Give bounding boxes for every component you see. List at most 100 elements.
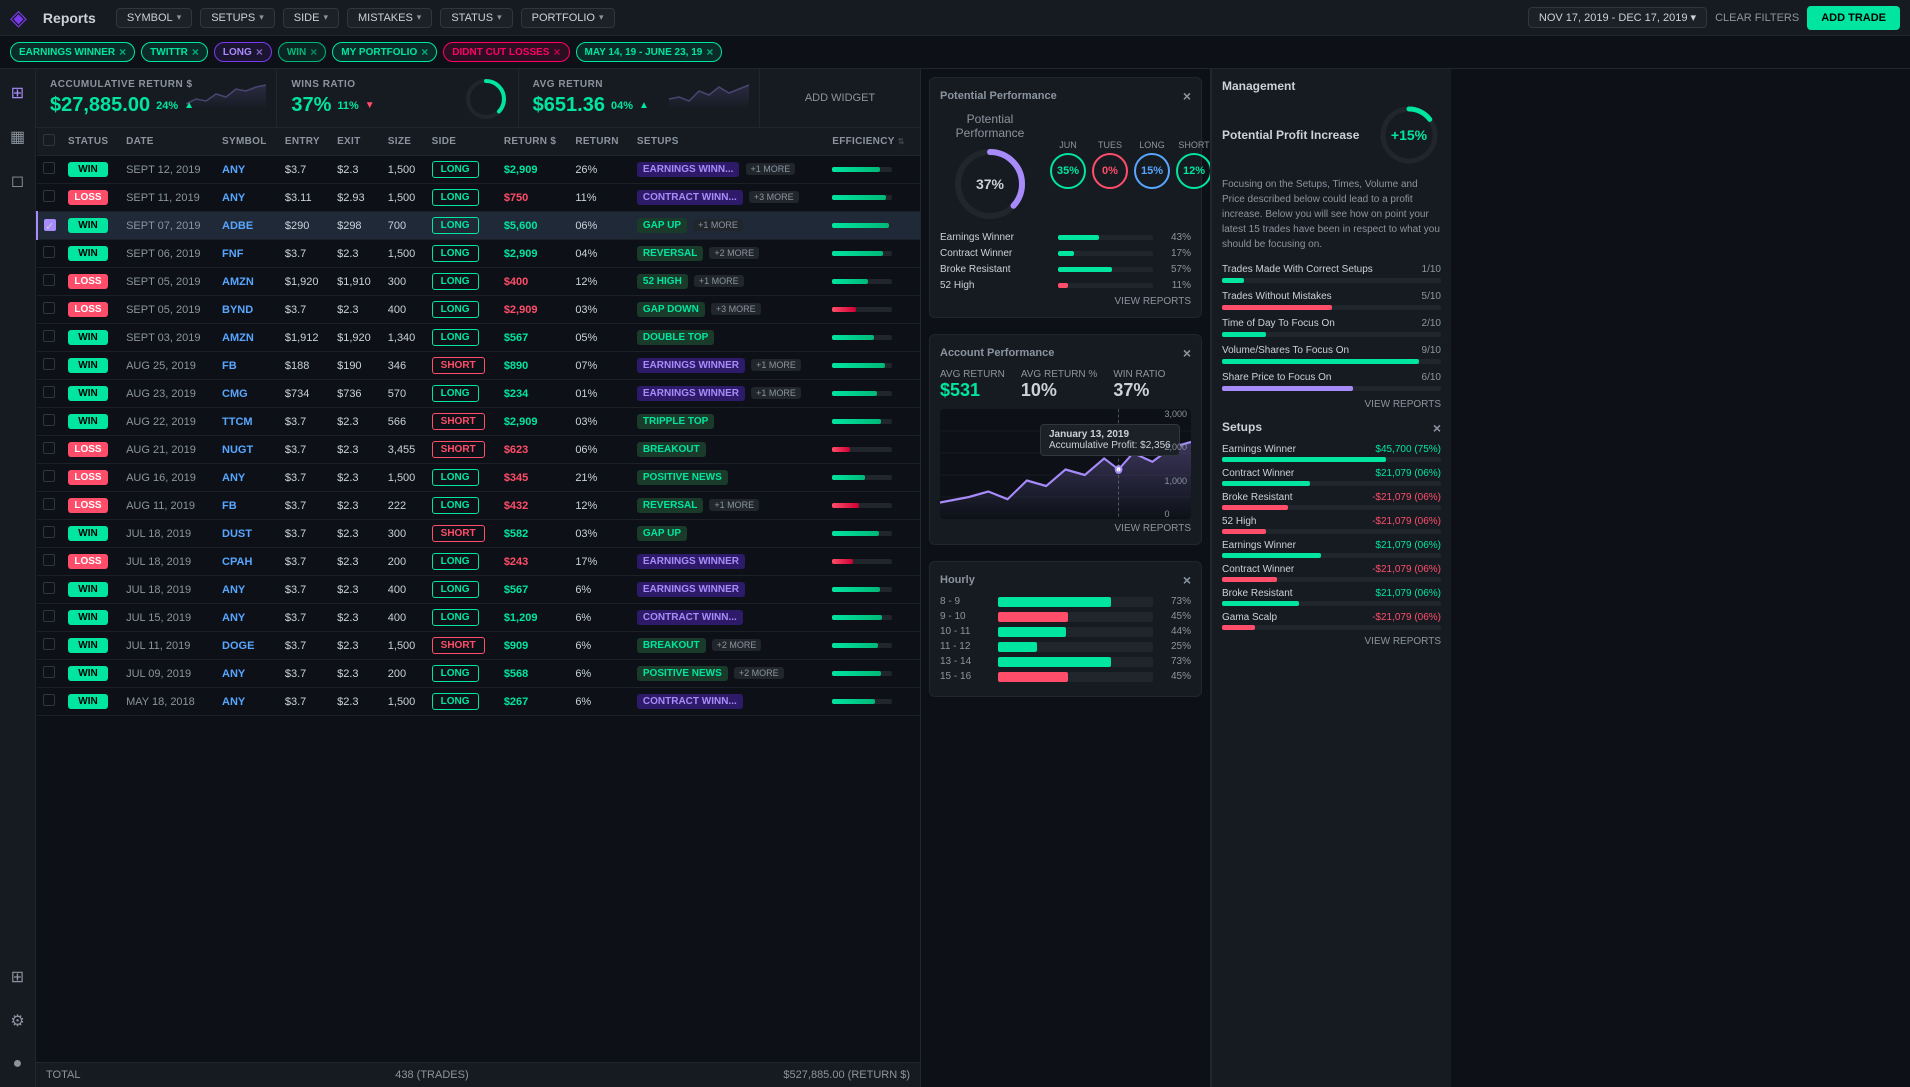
col-efficiency[interactable]: EFFICIENCY ⇅ bbox=[826, 128, 920, 156]
row-checkbox[interactable] bbox=[43, 498, 55, 510]
mgmt-view-reports[interactable]: VIEW REPORTS bbox=[1222, 399, 1441, 410]
more-badge[interactable]: +2 MORE bbox=[709, 247, 759, 259]
table-row[interactable]: WIN JUL 18, 2019 DUST $3.7 $2.3 300 SHOR… bbox=[37, 520, 920, 548]
potential-performance-close[interactable]: × bbox=[1183, 88, 1191, 104]
trade-setup[interactable]: 52 HIGH +1 MORE bbox=[631, 268, 826, 296]
row-checkbox[interactable]: ✓ bbox=[44, 219, 56, 231]
portfolio-filter-btn[interactable]: PORTFOLIO ▾ bbox=[521, 8, 615, 28]
table-row[interactable]: WIN AUG 22, 2019 TTCM $3.7 $2.3 566 SHOR… bbox=[37, 408, 920, 436]
row-checkbox[interactable] bbox=[43, 246, 55, 258]
row-checkbox[interactable] bbox=[43, 638, 55, 650]
table-row[interactable]: WIN AUG 23, 2019 CMG $734 $736 570 LONG … bbox=[37, 380, 920, 408]
more-badge[interactable]: +1 MORE bbox=[751, 387, 801, 399]
filter-long[interactable]: LONG × bbox=[214, 42, 272, 62]
more-badge[interactable]: +2 MORE bbox=[712, 639, 762, 651]
trade-symbol[interactable]: NUGT bbox=[216, 436, 279, 464]
trade-symbol[interactable]: FB bbox=[216, 352, 279, 380]
trade-symbol[interactable]: ANY bbox=[216, 576, 279, 604]
table-row[interactable]: WIN JUL 11, 2019 DOGE $3.7 $2.3 1,500 SH… bbox=[37, 632, 920, 660]
table-row[interactable]: LOSS JUL 18, 2019 CPAH $3.7 $2.3 200 LON… bbox=[37, 548, 920, 576]
more-badge[interactable]: +1 MORE bbox=[709, 499, 759, 511]
sidebar-dashboard-icon[interactable]: ⊞ bbox=[7, 79, 28, 107]
trade-setup[interactable]: TRIPPLE TOP bbox=[631, 408, 826, 436]
add-widget-area[interactable]: ADD WIDGET bbox=[760, 69, 920, 127]
row-checkbox[interactable] bbox=[43, 470, 55, 482]
filter-my-portfolio[interactable]: MY PORTFOLIO × bbox=[332, 42, 437, 62]
date-range[interactable]: NOV 17, 2019 - DEC 17, 2019 ▾ bbox=[1528, 7, 1707, 28]
trade-symbol[interactable]: DOGE bbox=[216, 632, 279, 660]
trade-symbol[interactable]: BYND bbox=[216, 296, 279, 324]
add-trade-button[interactable]: ADD TRADE bbox=[1807, 6, 1900, 30]
row-checkbox[interactable] bbox=[43, 554, 55, 566]
row-checkbox[interactable] bbox=[43, 610, 55, 622]
row-checkbox[interactable] bbox=[43, 302, 55, 314]
filter-win[interactable]: WIN × bbox=[278, 42, 326, 62]
row-checkbox[interactable] bbox=[43, 414, 55, 426]
row-checkbox[interactable] bbox=[43, 358, 55, 370]
trade-setup[interactable]: DOUBLE TOP bbox=[631, 324, 826, 352]
row-checkbox[interactable] bbox=[43, 274, 55, 286]
filter-didnt-cut-losses[interactable]: DIDNT CUT LOSSES × bbox=[443, 42, 569, 62]
trade-setup[interactable]: POSITIVE NEWS bbox=[631, 464, 826, 492]
filter-earnings-winner[interactable]: EARNINGS WINNER × bbox=[10, 42, 135, 62]
row-checkbox[interactable] bbox=[43, 190, 55, 202]
trade-setup[interactable]: REVERSAL +1 MORE bbox=[631, 492, 826, 520]
trade-symbol[interactable]: ANY bbox=[216, 604, 279, 632]
add-widget-button[interactable]: ADD WIDGET bbox=[805, 92, 875, 104]
trade-setup[interactable]: EARNINGS WINNER +1 MORE bbox=[631, 380, 826, 408]
trade-setup[interactable]: BREAKOUT +2 MORE bbox=[631, 632, 826, 660]
sidebar-message-icon[interactable]: ◻ bbox=[7, 167, 28, 195]
trade-setup[interactable]: BREAKOUT bbox=[631, 436, 826, 464]
trade-symbol[interactable]: CMG bbox=[216, 380, 279, 408]
table-row[interactable]: LOSS AUG 21, 2019 NUGT $3.7 $2.3 3,455 S… bbox=[37, 436, 920, 464]
trade-setup[interactable]: REVERSAL +2 MORE bbox=[631, 240, 826, 268]
clear-filters-btn[interactable]: CLEAR FILTERS bbox=[1715, 12, 1799, 24]
status-filter-btn[interactable]: STATUS ▾ bbox=[440, 8, 512, 28]
sidebar-settings-icon[interactable]: ⚙ bbox=[6, 1007, 28, 1035]
trade-setup[interactable]: GAP UP +1 MORE bbox=[631, 212, 826, 240]
trade-symbol[interactable]: ANY bbox=[216, 688, 279, 716]
table-row[interactable]: LOSS SEPT 05, 2019 BYND $3.7 $2.3 400 LO… bbox=[37, 296, 920, 324]
row-checkbox[interactable] bbox=[43, 582, 55, 594]
sidebar-user-icon[interactable]: ● bbox=[9, 1051, 27, 1077]
table-row[interactable]: LOSS SEPT 11, 2019 ANY $3.11 $2.93 1,500… bbox=[37, 184, 920, 212]
row-checkbox[interactable] bbox=[43, 526, 55, 538]
trade-symbol[interactable]: FNF bbox=[216, 240, 279, 268]
table-row[interactable]: LOSS AUG 11, 2019 FB $3.7 $2.3 222 LONG … bbox=[37, 492, 920, 520]
trade-symbol[interactable]: FB bbox=[216, 492, 279, 520]
table-row[interactable]: WIN SEPT 03, 2019 AMZN $1,912 $1,920 1,3… bbox=[37, 324, 920, 352]
more-badge[interactable]: +1 MORE bbox=[693, 219, 743, 231]
setups-filter-btn[interactable]: SETUPS ▾ bbox=[200, 8, 275, 28]
more-badge[interactable]: +2 MORE bbox=[734, 667, 784, 679]
trade-setup[interactable]: GAP DOWN +3 MORE bbox=[631, 296, 826, 324]
trade-setup[interactable]: CONTRACT WINN... +3 MORE bbox=[631, 184, 826, 212]
hourly-close[interactable]: × bbox=[1183, 572, 1191, 588]
table-row[interactable]: WIN AUG 25, 2019 FB $188 $190 346 SHORT … bbox=[37, 352, 920, 380]
filter-twittr[interactable]: TWITTR × bbox=[141, 42, 208, 62]
trade-setup[interactable]: POSITIVE NEWS +2 MORE bbox=[631, 660, 826, 688]
row-checkbox[interactable] bbox=[43, 442, 55, 454]
trade-symbol[interactable]: CPAH bbox=[216, 548, 279, 576]
trade-symbol[interactable]: ANY bbox=[216, 660, 279, 688]
trade-setup[interactable]: CONTRACT WINN... bbox=[631, 688, 826, 716]
account-performance-close[interactable]: × bbox=[1183, 345, 1191, 361]
trade-symbol[interactable]: ANY bbox=[216, 464, 279, 492]
table-row[interactable]: WIN JUL 15, 2019 ANY $3.7 $2.3 400 LONG … bbox=[37, 604, 920, 632]
select-all-checkbox[interactable] bbox=[43, 134, 55, 146]
mistakes-filter-btn[interactable]: MISTAKES ▾ bbox=[347, 8, 432, 28]
table-row[interactable]: WIN JUL 09, 2019 ANY $3.7 $2.3 200 LONG … bbox=[37, 660, 920, 688]
table-row[interactable]: WIN JUL 18, 2019 ANY $3.7 $2.3 400 LONG … bbox=[37, 576, 920, 604]
side-filter-btn[interactable]: SIDE ▾ bbox=[283, 8, 339, 28]
table-row[interactable]: WIN SEPT 12, 2019 ANY $3.7 $2.3 1,500 LO… bbox=[37, 156, 920, 184]
more-badge[interactable]: +1 MORE bbox=[746, 163, 796, 175]
trade-setup[interactable]: EARNINGS WINN... +1 MORE bbox=[631, 156, 826, 184]
more-badge[interactable]: +1 MORE bbox=[751, 359, 801, 371]
setups-view-reports[interactable]: VIEW REPORTS bbox=[1222, 636, 1441, 647]
trade-symbol[interactable]: DUST bbox=[216, 520, 279, 548]
trade-setup[interactable]: EARNINGS WINNER +1 MORE bbox=[631, 352, 826, 380]
trade-symbol[interactable]: ADBE bbox=[216, 212, 279, 240]
table-row[interactable]: WIN SEPT 06, 2019 FNF $3.7 $2.3 1,500 LO… bbox=[37, 240, 920, 268]
trade-symbol[interactable]: ANY bbox=[216, 184, 279, 212]
trades-table-container[interactable]: STATUS DATE SYMBOL ENTRY EXIT SIZE SIDE … bbox=[36, 128, 920, 1062]
trade-setup[interactable]: GAP UP bbox=[631, 520, 826, 548]
